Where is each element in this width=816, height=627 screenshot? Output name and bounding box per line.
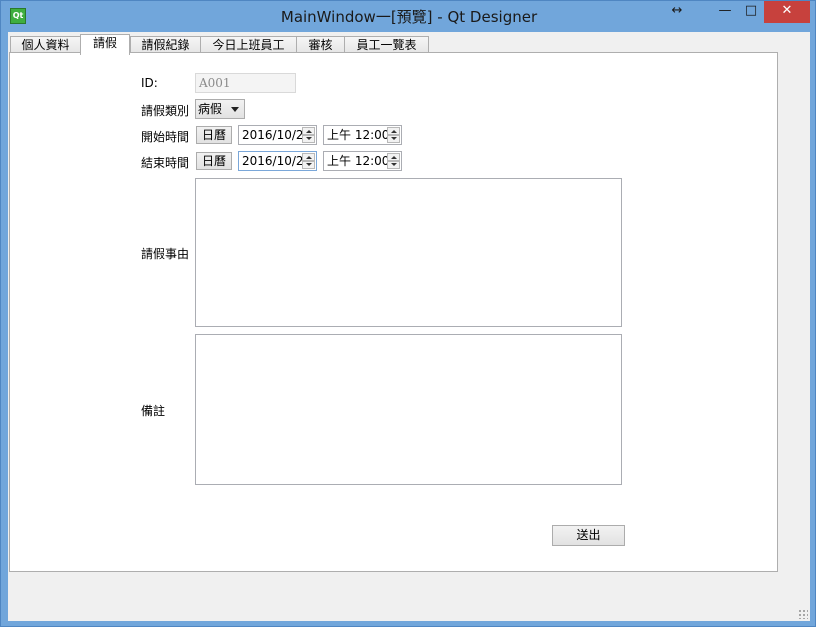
chevron-down-icon [231,107,239,112]
note-textarea[interactable] [195,334,622,485]
leave-type-label: 請假類別 [141,104,190,118]
close-button[interactable]: ✕ [764,1,810,23]
leave-request-pane: ID: A001 請假類別 病假 開始時間 日曆 2016/10/28 上午 1… [9,52,778,572]
end-time-spin-buttons[interactable] [387,153,400,169]
start-time-label: 開始時間 [141,130,190,144]
end-time-value: 上午 12:00 [327,154,390,168]
submit-button[interactable]: 送出 [552,525,625,546]
title-bar[interactable]: Qt MainWindow一[預覽] - Qt Designer ↔ — □ ✕ [1,1,816,32]
start-date-spinbox[interactable]: 2016/10/28 [238,125,317,145]
client-area: 個人資料 請假 請假紀錄 今日上班員工 審核 員工一覽表 ID: A001 請假… [8,32,810,621]
leave-type-value: 病假 [198,102,223,116]
resize-arrows-icon[interactable]: ↔ [659,1,695,23]
id-field: A001 [195,73,296,93]
id-label: ID: [141,76,158,90]
end-calendar-button[interactable]: 日曆 [196,152,232,170]
main-window: Qt MainWindow一[預覽] - Qt Designer ↔ — □ ✕… [0,0,816,627]
end-date-spin-buttons[interactable] [302,153,315,169]
start-calendar-button[interactable]: 日曆 [196,126,232,144]
tab-leave-request[interactable]: 請假 [80,34,130,55]
start-time-spin-buttons[interactable] [387,127,400,143]
resize-grip-icon[interactable] [798,609,808,619]
status-bar [8,572,810,621]
end-time-spinbox[interactable]: 上午 12:00 [323,151,402,171]
note-label: 備註 [141,404,166,418]
reason-label: 請假事由 [141,247,190,261]
end-date-value: 2016/10/28 [242,154,312,168]
start-time-spinbox[interactable]: 上午 12:00 [323,125,402,145]
start-date-spin-buttons[interactable] [302,127,315,143]
end-date-spinbox[interactable]: 2016/10/28 [238,151,317,171]
reason-textarea[interactable] [195,178,622,327]
tab-bar: 個人資料 請假 請假紀錄 今日上班員工 審核 員工一覽表 [8,34,788,55]
end-time-label: 結束時間 [141,156,190,170]
start-time-value: 上午 12:00 [327,128,390,142]
start-date-value: 2016/10/28 [242,128,312,142]
leave-type-dropdown[interactable]: 病假 [195,99,245,119]
